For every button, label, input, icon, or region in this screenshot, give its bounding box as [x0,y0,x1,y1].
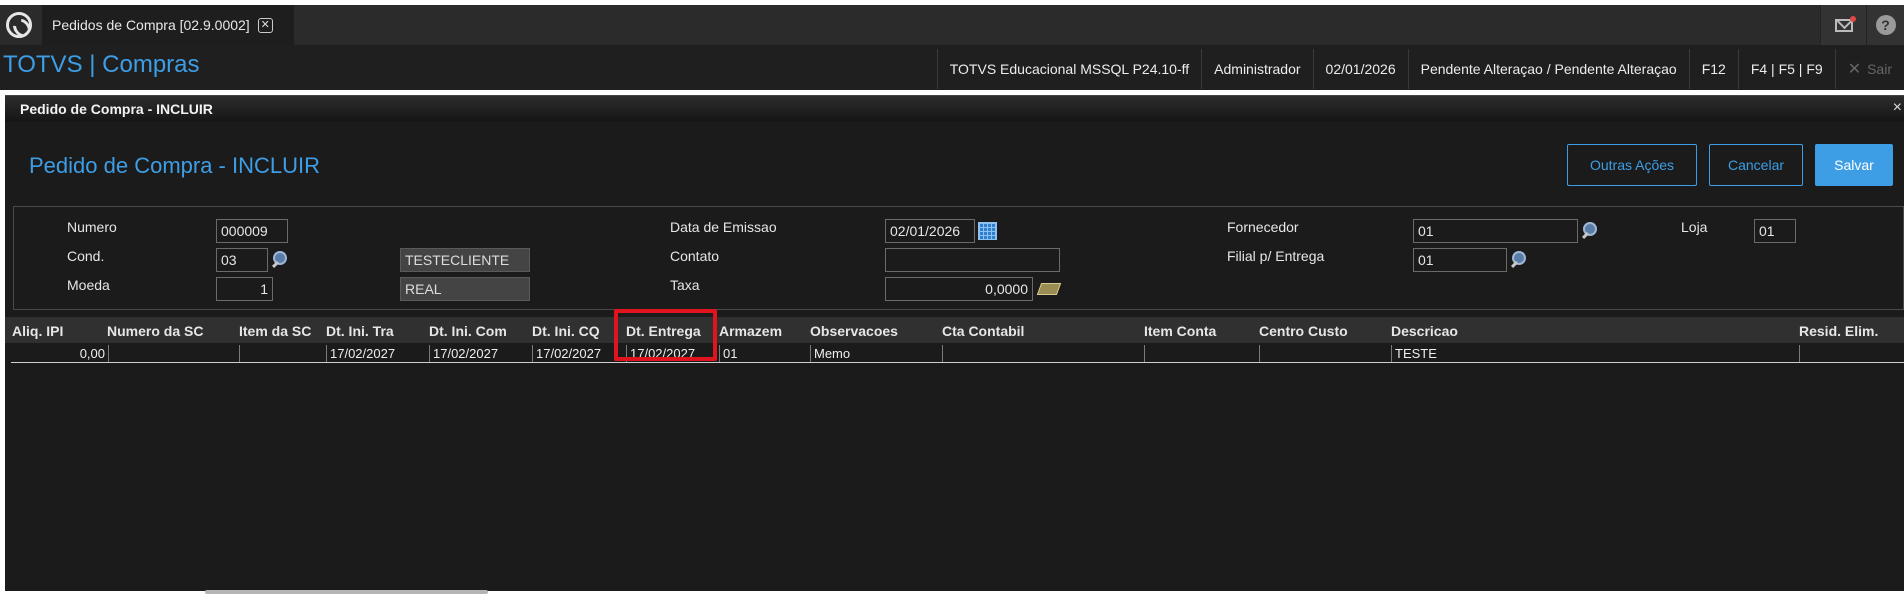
lookup-icon[interactable] [271,251,287,267]
numero-field[interactable]: 000009 [216,219,288,243]
column-item-sc[interactable]: Item da SC [239,323,311,339]
filial-entrega-label: Filial p/ Entrega [1227,248,1325,264]
header-form: Numero 000009 Cond. 03 TESTECLIENTE Moed… [13,206,1904,310]
cell-dt-ini-tra[interactable]: 17/02/2027 [326,345,429,362]
cell-descricao[interactable]: TESTE [1391,345,1799,362]
tab-bar: Pedidos de Compra [02.9.0002] ✕ ? [0,5,1904,45]
close-icon: ✕ [1847,61,1862,78]
column-cta-contabil[interactable]: Cta Contabil [942,323,1024,339]
cell-item-sc[interactable] [239,345,326,362]
tab-close-icon[interactable]: ✕ [257,17,273,33]
grid-header: Aliq. IPI Numero da SC Item da SC Dt. In… [5,317,1904,343]
app-logo-icon[interactable] [6,12,32,38]
contato-field[interactable] [885,248,1060,272]
numero-label: Numero [67,219,117,235]
exit-button[interactable]: ✕ Sair [1834,49,1904,89]
cell-centro-custo[interactable] [1259,345,1391,362]
other-actions-button[interactable]: Outras Ações [1567,144,1697,186]
lookup-icon[interactable] [1510,251,1526,267]
cell-dt-ini-cq[interactable]: 17/02/2027 [532,345,626,362]
app-header: TOTVS | Compras TOTVS Educacional MSSQL … [0,45,1904,90]
cell-resid-elim[interactable] [1799,345,1904,362]
cell-observacoes[interactable]: Memo [810,345,942,362]
cell-armazem[interactable]: 01 [719,345,810,362]
moeda-label: Moeda [67,277,110,293]
cell-aliq-ipi[interactable]: 0,00 [11,345,108,362]
environment-status[interactable]: TOTVS Educacional MSSQL P24.10-ff [936,49,1201,89]
filial-entrega-field[interactable]: 01 [1413,248,1507,272]
cancel-button[interactable]: Cancelar [1709,144,1803,186]
column-numero-sc[interactable]: Numero da SC [107,323,203,339]
column-centro-custo[interactable]: Centro Custo [1259,323,1348,339]
horizontal-scrollbar[interactable] [205,590,488,594]
column-dt-ini-tra[interactable]: Dt. Ini. Tra [326,323,394,339]
shortcut-f12[interactable]: F12 [1688,49,1738,89]
cond-description: TESTECLIENTE [400,248,530,272]
status-bar: TOTVS Educacional MSSQL P24.10-ff Admini… [936,49,1904,89]
brand-title: TOTVS | Compras [3,51,200,78]
dialog-title: Pedido de Compra - INCLUIR [20,101,213,117]
loja-field[interactable]: 01 [1754,219,1796,243]
column-armazem[interactable]: Armazem [719,323,782,339]
page-title: Pedido de Compra - INCLUIR [29,153,321,178]
items-grid: Aliq. IPI Numero da SC Item da SC Dt. In… [5,317,1904,587]
column-dt-ini-cq[interactable]: Dt. Ini. CQ [532,323,600,339]
purchase-order-dialog: Pedido de Compra - INCLUIR × Pedido de C… [5,95,1904,591]
mail-icon[interactable] [1820,5,1866,45]
column-dt-ini-com[interactable]: Dt. Ini. Com [429,323,507,339]
cond-label: Cond. [67,248,105,264]
column-aliq-ipi[interactable]: Aliq. IPI [12,323,63,339]
cell-numero-sc[interactable] [108,345,239,362]
table-row[interactable]: 0,00 17/02/2027 17/02/2027 17/02/2027 17… [11,345,1904,363]
fornecedor-field[interactable]: 01 [1413,219,1578,243]
moeda-field[interactable]: 1 [216,277,273,301]
data-emissao-field[interactable]: 02/01/2026 [885,219,975,243]
calendar-icon[interactable] [978,222,997,240]
exit-label: Sair [1867,61,1892,77]
cell-item-conta[interactable] [1144,345,1259,362]
money-icon[interactable] [1036,283,1062,295]
column-resid-elim[interactable]: Resid. Elim. [1799,323,1878,339]
save-button[interactable]: Salvar [1815,144,1893,186]
taxa-field[interactable]: 0,0000 [885,277,1033,301]
user-status[interactable]: Administrador [1201,49,1312,89]
data-emissao-label: Data de Emissao [670,219,777,235]
date-status[interactable]: 02/01/2026 [1312,49,1408,89]
column-descricao[interactable]: Descricao [1391,323,1458,339]
shortcut-f4-f5-f9[interactable]: F4 | F5 | F9 [1737,49,1835,89]
fornecedor-label: Fornecedor [1227,219,1299,235]
lookup-icon[interactable] [1581,222,1597,238]
tab-pedidos-de-compra[interactable]: Pedidos de Compra [02.9.0002] ✕ [42,5,294,45]
dialog-close-icon[interactable]: × [1893,99,1902,117]
tab-label: Pedidos de Compra [02.9.0002] [52,17,250,33]
cell-dt-ini-com[interactable]: 17/02/2027 [429,345,532,362]
column-observacoes[interactable]: Observacoes [810,323,898,339]
highlight-box [614,309,717,361]
taxa-label: Taxa [670,277,700,293]
help-icon[interactable]: ? [1866,5,1904,45]
pending-status[interactable]: Pendente Alteraçao / Pendente Alteraçao [1407,49,1689,89]
loja-label: Loja [1681,219,1708,235]
moeda-description: REAL [400,277,530,301]
contato-label: Contato [670,248,720,264]
cond-field[interactable]: 03 [216,248,268,272]
column-item-conta[interactable]: Item Conta [1144,323,1216,339]
cell-cta-contabil[interactable] [942,345,1144,362]
dialog-titlebar: Pedido de Compra - INCLUIR × [5,96,1904,122]
